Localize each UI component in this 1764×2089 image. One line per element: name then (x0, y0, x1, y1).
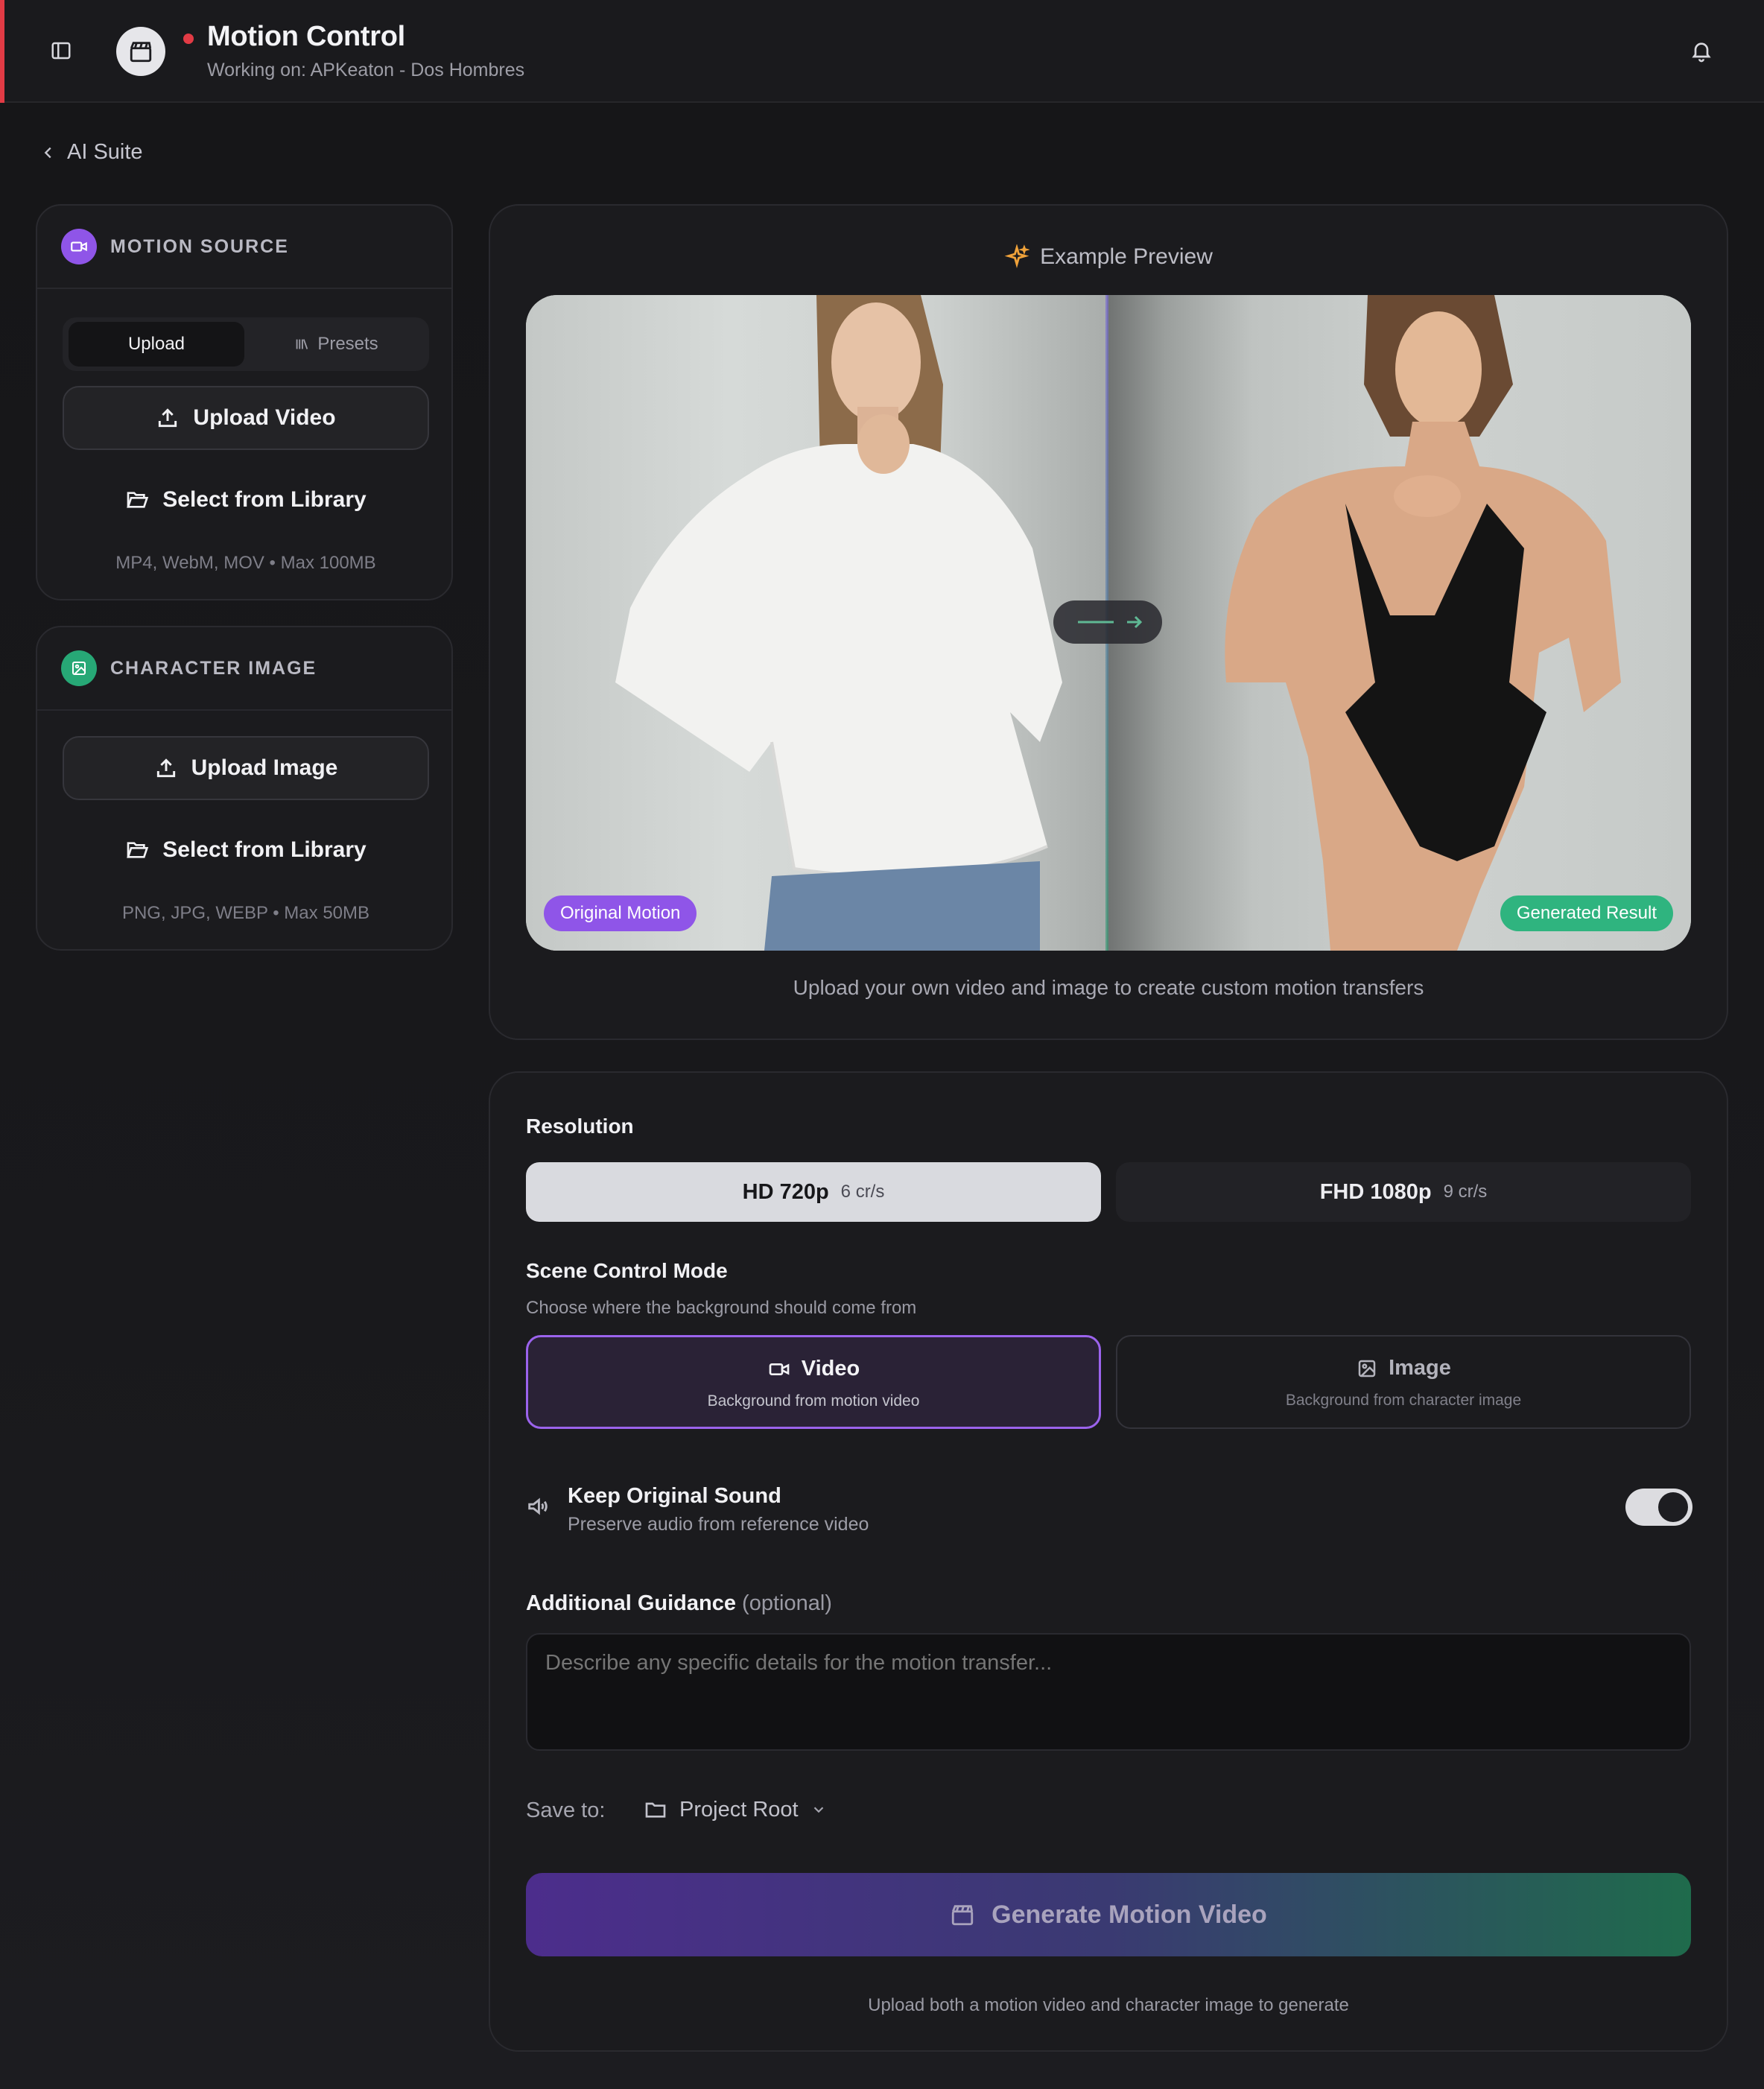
upload-image-button[interactable]: Upload Image (63, 736, 429, 800)
save-to-label: Save to: (526, 1798, 606, 1822)
sidebar-toggle-icon[interactable] (46, 36, 76, 66)
upload-icon (156, 758, 175, 778)
image-icon (1358, 1360, 1376, 1377)
tab-upload[interactable]: Upload (69, 322, 244, 367)
mode-video-desc: Background from motion video (707, 1392, 920, 1410)
folder-open-icon (127, 492, 149, 508)
character-image-title: CHARACTER IMAGE (110, 657, 317, 679)
guidance-label: Additional Guidance (optional) (526, 1591, 832, 1616)
guidance-optional: (optional) (742, 1591, 832, 1615)
character-image-header: CHARACTER IMAGE (37, 627, 451, 711)
scene-mode-label: Scene Control Mode (526, 1259, 728, 1282)
video-library-label: Select from Library (162, 487, 367, 512)
preview-caption: Upload your own video and image to creat… (793, 976, 1424, 999)
resolution-hd-name: HD 720p (742, 1179, 829, 1204)
image-library-button[interactable]: Select from Library (63, 818, 429, 882)
mode-video-option[interactable]: Video Background from motion video (526, 1335, 1101, 1429)
generate-hint: Upload both a motion video and character… (868, 1995, 1349, 2015)
keep-sound-toggle[interactable] (1625, 1489, 1692, 1526)
resolution-hd-cost: 6 cr/s (840, 1182, 885, 1202)
bell-icon[interactable] (1687, 36, 1716, 66)
resolution-label: Resolution (526, 1115, 634, 1138)
keep-sound-title: Keep Original Sound (568, 1484, 781, 1508)
speaker-icon (524, 1493, 551, 1520)
chevron-left-icon (44, 147, 51, 158)
upload-video-label: Upload Video (193, 405, 336, 430)
preview-heading: Example Preview (490, 244, 1727, 270)
accent-bar (0, 0, 4, 103)
resolution-fhd-name: FHD 1080p (1319, 1179, 1432, 1204)
resolution-fhd-cost: 9 cr/s (1443, 1182, 1488, 1202)
top-bar: Motion Control Working on: APKeaton - Do… (0, 0, 1764, 103)
generation-settings-card: Resolution HD 720p 6 cr/s FHD 1080p 9 cr… (489, 1071, 1728, 2052)
sparkles-icon (1004, 244, 1030, 268)
image-format-hint: PNG, JPG, WEBP • Max 50MB (121, 903, 370, 923)
save-location-value: Project Root (679, 1797, 799, 1822)
mode-image-desc: Background from character image (1285, 1392, 1522, 1409)
clapperboard-icon (952, 1905, 974, 1926)
motion-source-title: MOTION SOURCE (110, 235, 289, 257)
toggle-knob (1658, 1492, 1688, 1522)
save-location-select[interactable]: Project Root (644, 1790, 827, 1830)
project-subtitle: Working on: APKeaton - Dos Hombres (207, 60, 525, 80)
original-motion-tag: Original Motion (544, 895, 697, 931)
upload-icon (159, 408, 177, 428)
generated-result-tag: Generated Result (1500, 895, 1673, 931)
generate-button[interactable]: Generate Motion Video (526, 1873, 1691, 1956)
video-library-button[interactable]: Select from Library (63, 468, 429, 532)
clapperboard-icon (116, 27, 165, 76)
page-title: Motion Control (207, 21, 405, 52)
back-link[interactable]: AI Suite (40, 140, 143, 165)
tab-presets[interactable]: Presets (249, 322, 423, 367)
guidance-input[interactable] (526, 1633, 1691, 1751)
back-link-label: AI Suite (67, 140, 143, 164)
library-icon (296, 339, 308, 349)
generate-button-label: Generate Motion Video (992, 1900, 1267, 1929)
preview-image: Original Motion Generated Result (526, 295, 1691, 951)
scene-mode-sublabel: Choose where the background should come … (526, 1298, 917, 1318)
guidance-label-text: Additional Guidance (526, 1591, 736, 1615)
example-preview-card: Example Preview Original Motion Generate… (489, 204, 1728, 1040)
source-tabs: Upload Presets (63, 317, 429, 371)
motion-source-panel: MOTION SOURCE Upload Presets Upload Vide… (36, 204, 453, 600)
preview-title: Example Preview (1040, 244, 1213, 269)
mode-video-heading: Video (528, 1357, 1099, 1381)
resolution-fhd-option[interactable]: FHD 1080p 9 cr/s (1116, 1162, 1691, 1222)
video-camera-icon (61, 229, 97, 264)
tab-upload-label: Upload (127, 334, 185, 354)
image-icon (61, 650, 97, 686)
status-dot (183, 34, 194, 44)
mode-image-heading: Image (1117, 1356, 1690, 1380)
motion-source-header: MOTION SOURCE (37, 206, 451, 289)
image-library-label: Select from Library (162, 837, 367, 862)
resolution-hd-option[interactable]: HD 720p 6 cr/s (526, 1162, 1101, 1222)
mode-video-label: Video (801, 1357, 860, 1380)
tab-presets-label: Presets (317, 334, 378, 354)
mode-image-option[interactable]: Image Background from character image (1116, 1335, 1691, 1429)
keep-sound-subtitle: Preserve audio from reference video (568, 1514, 869, 1535)
mode-image-label: Image (1389, 1356, 1451, 1380)
video-format-hint: MP4, WebM, MOV • Max 100MB (115, 553, 376, 573)
upload-image-label: Upload Image (191, 755, 338, 780)
folder-icon (645, 1802, 666, 1818)
upload-video-button[interactable]: Upload Video (63, 386, 429, 450)
transfer-arrow-icon (1053, 600, 1162, 644)
generated-result-photo (1107, 295, 1691, 951)
folder-open-icon (127, 842, 149, 858)
character-image-panel: CHARACTER IMAGE Upload Image Select from… (36, 626, 453, 951)
video-camera-icon (769, 1363, 790, 1375)
original-motion-photo (526, 295, 1107, 951)
chevron-down-icon (813, 1807, 823, 1813)
